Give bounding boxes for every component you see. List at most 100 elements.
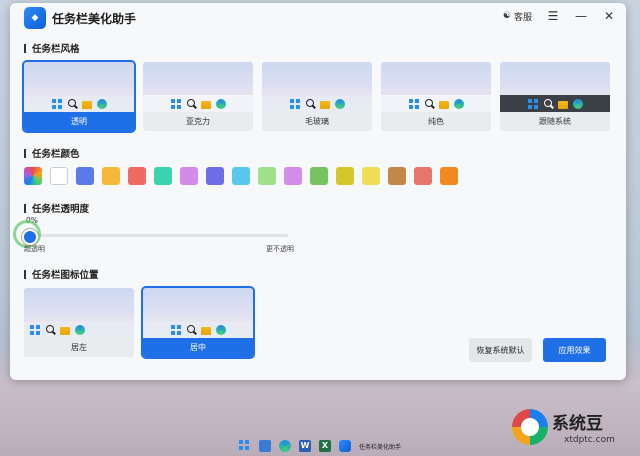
windows-icon	[170, 324, 181, 335]
color-swatch-list	[24, 167, 458, 185]
slider-track[interactable]	[24, 234, 288, 237]
taskbar-preview	[381, 95, 491, 112]
color-swatch[interactable]	[440, 167, 458, 185]
section-title-icon-position: 任务栏图标位置	[24, 267, 99, 281]
color-swatch[interactable]	[284, 167, 302, 185]
color-swatch[interactable]	[206, 167, 224, 185]
edge-icon	[96, 98, 107, 109]
section-title-style: 任务栏风格	[24, 41, 80, 55]
taskbar-preview	[143, 95, 253, 112]
search-icon	[305, 98, 315, 109]
search-icon	[186, 324, 196, 335]
headset-icon: ☯	[502, 11, 511, 21]
style-card-label: 纯色	[381, 112, 491, 131]
edge-icon	[215, 98, 226, 109]
style-preview-image	[143, 62, 253, 112]
position-card-list: 居左 居中	[24, 286, 255, 359]
style-card-frosted-glass[interactable]: 毛玻璃	[262, 62, 372, 131]
watermark-url: xtdptc.com	[564, 435, 615, 445]
style-card-list: 透明 亚克力 毛玻璃 纯色 跟随系统	[22, 60, 610, 133]
windows-icon	[170, 98, 181, 109]
folder-icon	[81, 100, 92, 109]
style-preview-image	[24, 62, 134, 112]
search-icon	[45, 324, 55, 335]
folder-icon	[319, 100, 330, 109]
folder-icon	[60, 326, 70, 335]
section-title-color: 任务栏颜色	[24, 146, 80, 160]
edge-icon	[453, 98, 464, 109]
search-icon	[67, 98, 77, 109]
watermark-name: 系统豆	[552, 414, 603, 434]
reset-default-button[interactable]: 恢复系统默认	[469, 338, 532, 362]
color-swatch[interactable]	[76, 167, 94, 185]
color-swatch[interactable]	[154, 167, 172, 185]
folder-icon	[200, 326, 211, 335]
folder-icon	[438, 100, 449, 109]
taskbar-app-label[interactable]: 任务栏美化助手	[359, 442, 401, 451]
style-preview-image	[500, 62, 610, 112]
taskbar-preview	[262, 95, 372, 112]
start-icon[interactable]	[238, 440, 251, 452]
position-card-label: 居左	[24, 338, 134, 357]
word-icon[interactable]: W	[298, 440, 311, 452]
title-bar: ◆ 任务栏美化助手 ☯ 客服 ☰ — ✕	[10, 3, 626, 33]
excel-icon[interactable]: X	[318, 440, 331, 452]
edge-icon	[334, 98, 345, 109]
color-swatch[interactable]	[258, 167, 276, 185]
color-swatch[interactable]	[180, 167, 198, 185]
style-card-label: 毛玻璃	[262, 112, 372, 131]
section-title-transparency: 任务栏透明度	[24, 201, 89, 215]
windows-icon	[408, 98, 419, 109]
slider-max-label: 更不透明	[266, 245, 294, 253]
app-logo-icon: ◆	[24, 7, 46, 29]
folder-icon	[557, 100, 568, 109]
style-card-label: 透明	[24, 112, 134, 131]
customer-service-button[interactable]: ☯ 客服	[503, 10, 532, 23]
taskbar-preview	[500, 95, 610, 112]
taskbar-preview	[24, 321, 134, 338]
position-card-label: 居中	[143, 338, 253, 357]
color-swatch[interactable]	[414, 167, 432, 185]
edge-icon[interactable]	[278, 440, 291, 452]
color-swatch[interactable]	[310, 167, 328, 185]
position-card-center[interactable]: 居中	[141, 286, 255, 359]
transparency-slider[interactable]: 0% 超透明 更不透明	[13, 216, 294, 256]
taskbar-preview	[143, 321, 253, 338]
taskbar-preview	[24, 95, 134, 112]
style-card-label: 跟随系统	[500, 112, 610, 131]
style-card-solid[interactable]: 纯色	[381, 62, 491, 131]
search-icon	[186, 98, 196, 109]
windows-icon	[289, 98, 300, 109]
color-swatch[interactable]	[50, 167, 68, 185]
windows-icon	[30, 324, 40, 335]
customer-service-label: 客服	[513, 12, 532, 23]
minimize-icon[interactable]: —	[574, 9, 588, 23]
search-icon	[543, 98, 553, 109]
edge-icon	[75, 324, 85, 335]
style-card-label: 亚克力	[143, 112, 253, 131]
color-swatch[interactable]	[128, 167, 146, 185]
taskbar-app-icon[interactable]	[338, 440, 351, 452]
style-card-transparent[interactable]: 透明	[22, 60, 136, 133]
color-swatch[interactable]	[232, 167, 250, 185]
menu-icon[interactable]: ☰	[546, 9, 560, 23]
watermark: 系统豆 xtdptc.com	[512, 405, 634, 453]
watermark-logo-icon	[512, 409, 548, 445]
position-preview-image	[24, 288, 134, 338]
folder-icon	[200, 100, 211, 109]
apply-button[interactable]: 应用效果	[543, 338, 606, 362]
color-swatch[interactable]	[362, 167, 380, 185]
close-icon[interactable]: ✕	[602, 9, 616, 23]
slider-handle[interactable]	[22, 229, 38, 245]
style-card-follow-system[interactable]: 跟随系统	[500, 62, 610, 131]
color-swatch[interactable]	[336, 167, 354, 185]
app-window: ◆ 任务栏美化助手 ☯ 客服 ☰ — ✕ 任务栏风格 透明 亚克力 毛玻璃 纯色…	[10, 3, 626, 380]
color-swatch[interactable]	[388, 167, 406, 185]
store-icon[interactable]	[258, 440, 271, 452]
style-card-acrylic[interactable]: 亚克力	[143, 62, 253, 131]
color-swatch[interactable]	[102, 167, 120, 185]
edge-icon	[215, 324, 226, 335]
position-card-left[interactable]: 居左	[24, 288, 134, 357]
color-swatch[interactable]	[24, 167, 42, 185]
app-title: 任务栏美化助手	[52, 12, 137, 26]
